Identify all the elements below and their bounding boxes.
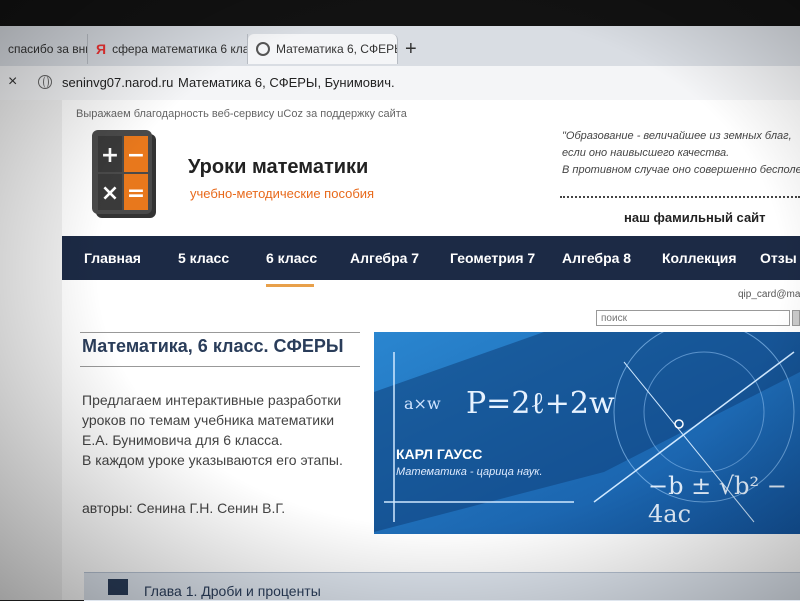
search-button[interactable] — [792, 310, 800, 326]
chapter-icon — [108, 579, 128, 595]
search-input[interactable] — [596, 310, 790, 326]
loading-icon — [256, 42, 270, 56]
nav-active-indicator — [266, 284, 314, 287]
yandex-icon: Я — [96, 41, 107, 57]
nav-item-home[interactable]: Главная — [84, 250, 141, 266]
quote-line: если оно наивысшего качества. — [562, 147, 730, 159]
calculator-logo: + − × = — [92, 130, 156, 218]
globe-icon — [38, 75, 52, 89]
tab-label: сфера математика 6 класс — [112, 42, 248, 56]
intro-line: В каждом уроке указываются его этапы. — [82, 452, 343, 468]
logo-times: × — [101, 181, 119, 206]
quote-line: "Образование - величайшее из земных благ… — [562, 130, 792, 142]
browser-tab-1[interactable]: спасибо за вним — [0, 34, 88, 64]
chapter-1-row[interactable]: Глава 1. Дроби и проценты — [84, 572, 800, 601]
quote-line: В противном случае оно совершенно беспол… — [562, 164, 800, 176]
tab-label: Математика 6, СФЕРЫ, Б — [276, 42, 397, 56]
tab-label: спасибо за вним — [8, 42, 87, 56]
banner-formula: P=2ℓ+2w — [466, 386, 615, 421]
address-url[interactable]: seninvg07.narod.ru — [62, 75, 173, 90]
heading-rule-top — [80, 332, 360, 333]
stop-loading-button[interactable]: × — [8, 73, 17, 91]
logo-minus: − — [127, 143, 145, 168]
banner-formula-small: a×w — [404, 394, 441, 413]
heading-rule-bottom — [80, 366, 360, 367]
dotted-divider — [560, 196, 800, 198]
family-site-link[interactable]: наш фамильный сайт — [624, 210, 766, 225]
address-page-title[interactable]: Математика 6, СФЕРЫ, Бунимович. — [178, 75, 395, 90]
new-tab-button[interactable]: + — [405, 38, 417, 61]
page-heading: Математика, 6 класс. СФЕРЫ — [82, 336, 344, 356]
site-title[interactable]: Уроки математики — [188, 156, 368, 179]
browser-tab-bar: спасибо за вним Я сфера математика 6 кла… — [0, 26, 800, 66]
intro-line: уроков по темам учебника математики — [82, 412, 335, 428]
nav-item-geometry-7[interactable]: Геометрия 7 — [450, 250, 535, 266]
intro-text: Предлагаем интерактивные разработки урок… — [82, 390, 343, 470]
ucoz-thanks-link[interactable]: Выражаем благодарность веб-сервису uCoz … — [76, 108, 407, 120]
site-subtitle: учебно-методические пособия — [190, 186, 375, 201]
nav-item-reviews[interactable]: Отзы — [760, 250, 797, 266]
banner-name: КАРЛ ГАУСС — [396, 446, 483, 462]
nav-item-grade-6[interactable]: 6 класс — [266, 250, 317, 266]
intro-line: Предлагаем интерактивные разработки — [82, 392, 342, 408]
nav-item-algebra-7[interactable]: Алгебра 7 — [350, 250, 419, 266]
chapter-label: Глава 1. Дроби и проценты — [144, 583, 321, 599]
main-nav: Главная 5 класс 6 класс Алгебра 7 Геомет… — [62, 236, 800, 280]
user-email-hint: qip_card@mail — [738, 289, 800, 300]
header-quote: "Образование - величайшее из земных благ… — [562, 128, 800, 179]
logo-plus: + — [101, 143, 119, 168]
banner-quadratic: −b ± √b² − 4ac — [648, 472, 787, 528]
intro-line: Е.А. Бунимовича для 6 класса. — [82, 432, 283, 448]
nav-item-grade-5[interactable]: 5 класс — [178, 250, 229, 266]
nav-item-algebra-8[interactable]: Алгебра 8 — [562, 250, 631, 266]
logo-equals: = — [127, 181, 145, 206]
address-bar: × seninvg07.narod.ru Математика 6, СФЕРЫ… — [0, 66, 800, 101]
browser-tab-2[interactable]: Я сфера математика 6 класс — [88, 34, 248, 64]
banner-tagline: Математика - царица наук. — [396, 466, 543, 478]
authors-text: авторы: Сенина Г.Н. Сенин В.Г. — [82, 500, 286, 516]
browser-tab-3-active[interactable]: Математика 6, СФЕРЫ, Б × — [248, 34, 398, 64]
nav-item-collection[interactable]: Коллекция — [662, 250, 737, 266]
